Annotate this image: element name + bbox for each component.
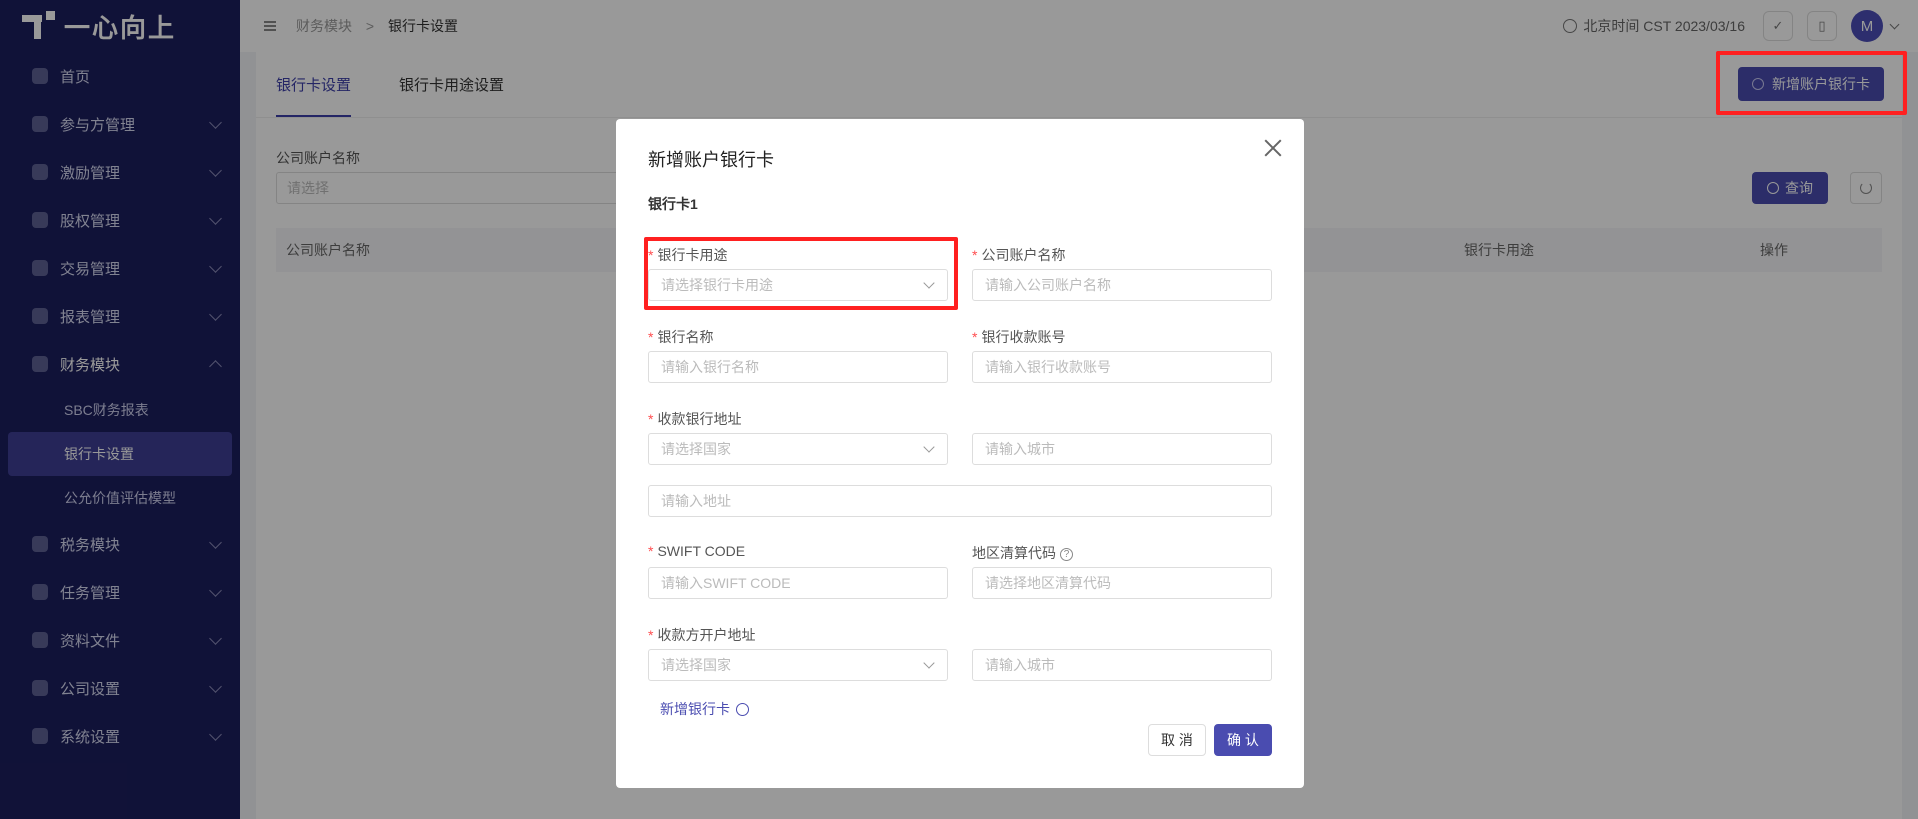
required-mark: * [648, 627, 654, 643]
placeholder: 请输入银行名称 [661, 359, 759, 375]
add-bank-card-link[interactable]: 新增银行卡 [660, 699, 749, 719]
placeholder: 请输入城市 [985, 441, 1055, 457]
label-text: SWIFT CODE [657, 543, 746, 559]
required-mark: * [648, 329, 654, 345]
chevron-down-icon [923, 441, 935, 453]
plus-circle-icon [736, 702, 749, 716]
placeholder: 请输入城市 [985, 657, 1055, 673]
label-text: 银行名称 [657, 329, 714, 345]
required-mark: * [648, 411, 654, 427]
highlight-box [644, 237, 958, 310]
required-mark: * [972, 329, 978, 345]
company-account-input[interactable]: 请输入公司账户名称 [972, 269, 1272, 301]
label-text: 收款银行地址 [657, 411, 742, 427]
placeholder: 请输入地址 [661, 493, 731, 509]
confirm-button[interactable]: 确 认 [1214, 724, 1272, 756]
placeholder: 请选择国家 [661, 657, 731, 673]
swift-code-input[interactable]: 请输入SWIFT CODE [648, 567, 948, 599]
placeholder: 请选择地区清算代码 [985, 575, 1111, 591]
payee-country-select[interactable]: 请选择国家 [648, 649, 948, 681]
bank-address-label: * 收款银行地址 [648, 409, 741, 429]
required-mark: * [972, 247, 978, 263]
placeholder: 请选择国家 [661, 441, 731, 457]
swift-code-label: * SWIFT CODE [648, 543, 745, 559]
placeholder: 请输入银行收款账号 [985, 359, 1111, 375]
payee-city-input[interactable]: 请输入城市 [972, 649, 1272, 681]
label-text: 地区清算代码 [972, 545, 1056, 561]
highlight-box [1716, 51, 1907, 115]
label-text: 收款方开户地址 [657, 627, 756, 643]
help-icon[interactable]: ? [1060, 548, 1073, 561]
bank-city-input[interactable]: 请输入城市 [972, 433, 1272, 465]
section-title: 银行卡1 [648, 196, 698, 212]
bank-address-input[interactable]: 请输入地址 [648, 485, 1272, 517]
chevron-down-icon [923, 657, 935, 669]
placeholder: 请输入SWIFT CODE [661, 575, 791, 591]
link-label: 新增银行卡 [660, 701, 730, 717]
payee-address-label: * 收款方开户地址 [648, 625, 755, 645]
region-code-label: 地区清算代码? [972, 543, 1073, 563]
bank-name-input[interactable]: 请输入银行名称 [648, 351, 948, 383]
add-bank-card-dialog: 新增账户银行卡 银行卡1 * 银行卡用途 请选择银行卡用途 * 公司账户名称 请输入… [616, 119, 1304, 788]
cancel-button[interactable]: 取 消 [1148, 724, 1206, 756]
account-number-input[interactable]: 请输入银行收款账号 [972, 351, 1272, 383]
close-icon[interactable] [1262, 137, 1284, 159]
required-mark: * [648, 543, 654, 559]
bank-country-select[interactable]: 请选择国家 [648, 433, 948, 465]
region-code-input[interactable]: 请选择地区清算代码 [972, 567, 1272, 599]
label-text: 公司账户名称 [981, 247, 1066, 263]
placeholder: 请输入公司账户名称 [985, 277, 1111, 293]
company-account-label: * 公司账户名称 [972, 245, 1065, 265]
dialog-title: 新增账户银行卡 [648, 150, 774, 170]
bank-name-label: * 银行名称 [648, 327, 713, 347]
label-text: 银行收款账号 [981, 329, 1066, 345]
account-number-label: * 银行收款账号 [972, 327, 1065, 347]
